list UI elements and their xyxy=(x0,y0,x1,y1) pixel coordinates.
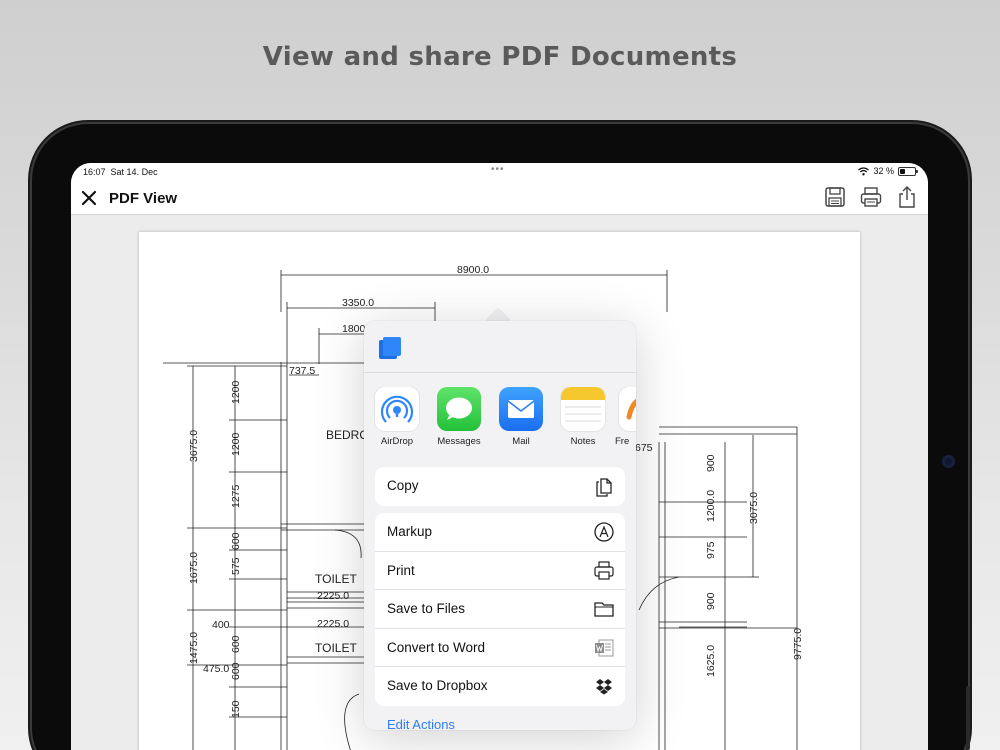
action-label: Save to Files xyxy=(387,601,466,617)
room-label: TOILET xyxy=(315,572,357,586)
dim-label: 1200 xyxy=(230,380,242,404)
dim-label: 2225.0 xyxy=(317,618,349,630)
dim-label: 900 xyxy=(705,454,717,472)
share-app-notes[interactable]: Notes xyxy=(553,387,613,447)
notes-icon xyxy=(561,387,605,431)
nav-actions xyxy=(824,185,918,209)
messages-icon xyxy=(437,387,481,431)
word-icon xyxy=(595,639,614,657)
action-label: Print xyxy=(387,562,415,578)
dim-label: 8900.0 xyxy=(457,264,489,276)
share-icon[interactable] xyxy=(896,185,918,209)
share-app-label: AirDrop xyxy=(380,436,414,447)
status-date: Sat 14. Dec xyxy=(110,167,158,177)
dim-label: 475.0 xyxy=(203,663,229,675)
action-convert-to-word[interactable]: Convert to Word xyxy=(375,629,625,668)
dim-label: 900 xyxy=(705,592,717,610)
edit-actions-link[interactable]: Edit Actions xyxy=(387,717,455,730)
side-button xyxy=(966,686,970,750)
dim-label: 9775.0 xyxy=(792,628,804,660)
ipad-screen: 16:07 Sat 14. Dec ••• 32 % PDF View 8900… xyxy=(71,163,928,750)
share-sheet: AirDrop Messages Mail Notes Fre Copy Mar… xyxy=(364,321,636,730)
mail-icon xyxy=(499,387,543,431)
dim-label: 600 xyxy=(230,662,242,680)
action-copy[interactable]: Copy xyxy=(375,467,625,506)
nav-title: PDF View xyxy=(109,190,178,207)
share-app-freeform[interactable]: Fre xyxy=(611,387,636,447)
dim-label: 675 xyxy=(635,442,653,454)
dim-label: 1625.0 xyxy=(705,645,717,677)
airdrop-icon xyxy=(375,387,419,431)
dim-label: 1675.0 xyxy=(188,552,200,584)
document-thumbnail-icon xyxy=(379,337,401,359)
battery-percent: 32 % xyxy=(873,166,894,176)
folder-icon xyxy=(594,602,614,617)
dim-label: 2225.0 xyxy=(317,590,349,602)
dim-label: 1800 xyxy=(342,323,366,335)
share-app-airdrop[interactable]: AirDrop xyxy=(367,387,427,447)
copy-icon xyxy=(596,478,612,497)
nav-bar: PDF View xyxy=(71,181,928,215)
dim-label: 1475.0 xyxy=(188,632,200,664)
share-app-label: Mail xyxy=(512,436,530,447)
dim-label: 400 xyxy=(212,619,230,631)
share-app-messages[interactable]: Messages xyxy=(429,387,489,447)
dim-label: 737.5 xyxy=(289,365,315,377)
status-right: 32 % xyxy=(858,166,918,176)
camera-icon xyxy=(942,455,955,468)
printer-icon[interactable] xyxy=(860,185,882,209)
multitasking-dots-icon[interactable]: ••• xyxy=(491,164,505,175)
dim-label: 1275 xyxy=(230,484,242,508)
action-label: Markup xyxy=(387,524,433,539)
battery-icon xyxy=(898,166,918,176)
action-markup[interactable]: Markup xyxy=(375,513,625,552)
action-save-to-dropbox[interactable]: Save to Dropbox xyxy=(375,667,625,706)
action-label: Copy xyxy=(387,478,419,493)
copy-group: Copy xyxy=(375,467,625,506)
dim-label: 575 xyxy=(230,557,242,575)
status-bar: 16:07 Sat 14. Dec ••• 32 % xyxy=(71,163,928,181)
share-apps-row: AirDrop Messages Mail Notes Fre xyxy=(364,387,636,457)
dim-label: 150 xyxy=(230,700,242,718)
dim-label: 1200 xyxy=(230,432,242,456)
share-app-label: Messages xyxy=(437,436,481,447)
printer-icon xyxy=(594,560,614,580)
room-label: TOILET xyxy=(315,641,357,655)
action-label: Convert to Word xyxy=(387,639,486,655)
status-time-date: 16:07 Sat 14. Dec xyxy=(83,167,158,177)
freeform-icon xyxy=(619,387,636,431)
action-print[interactable]: Print xyxy=(375,552,625,591)
close-icon[interactable] xyxy=(79,186,99,210)
dim-label: 3075.0 xyxy=(748,492,760,524)
action-save-to-files[interactable]: Save to Files xyxy=(375,590,625,629)
floppy-disk-icon[interactable] xyxy=(824,185,846,209)
dropbox-icon xyxy=(596,679,612,695)
markup-icon xyxy=(594,522,614,542)
share-app-label: Notes xyxy=(570,436,596,447)
dim-label: 1200.0 xyxy=(705,490,717,522)
dim-label: 600 xyxy=(230,532,242,550)
dim-label: 600 xyxy=(230,635,242,653)
share-app-mail[interactable]: Mail xyxy=(491,387,551,447)
dim-label: 3675.0 xyxy=(188,430,200,462)
room-label: BEDRO xyxy=(326,428,369,442)
dim-label: 3350.0 xyxy=(342,297,374,309)
share-sheet-header xyxy=(364,321,636,373)
headline: View and share PDF Documents xyxy=(262,42,738,72)
dim-label: 975 xyxy=(705,541,717,559)
action-label: Save to Dropbox xyxy=(387,678,488,694)
wifi-icon xyxy=(858,166,870,175)
actions-group: Markup Print Save to Files Convert to Wo… xyxy=(375,513,625,706)
share-app-label: Fre xyxy=(615,436,630,447)
status-time: 16:07 xyxy=(83,167,106,177)
